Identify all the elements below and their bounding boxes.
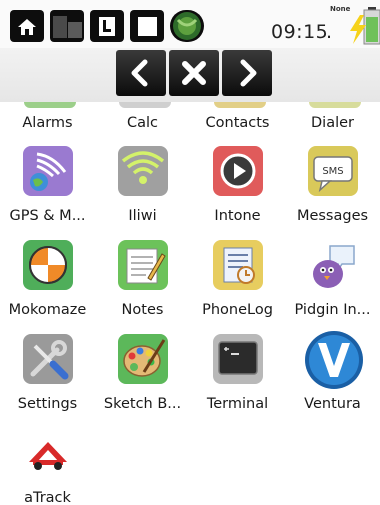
phone-log-icon	[213, 240, 263, 290]
close-icon	[182, 61, 206, 85]
screen-icon[interactable]	[130, 10, 164, 42]
app-terminal[interactable]: Terminal	[190, 334, 285, 426]
status-bar: 09:15 . None	[0, 0, 380, 48]
app-mokomaze[interactable]: Mokomaze	[0, 240, 95, 332]
palette-icon	[118, 334, 168, 384]
clock-indicator: .	[326, 21, 333, 43]
app-label: GPS & M...	[9, 208, 86, 224]
app-label: Mokomaze	[8, 302, 87, 318]
app-label: Calc	[126, 115, 158, 131]
tools-icon	[23, 334, 73, 384]
chevron-left-icon	[131, 59, 148, 87]
app-label: PhoneLog	[202, 302, 273, 318]
app-label: aTrack	[24, 490, 71, 505]
app-label: Dialer	[311, 115, 354, 131]
wifi-icon	[118, 146, 168, 196]
gps-status-icon[interactable]	[170, 10, 204, 42]
sms-icon: SMS	[308, 146, 358, 196]
play-icon	[213, 146, 263, 196]
app-label: Settings	[17, 396, 78, 412]
app-sketch[interactable]: Sketch B...	[95, 334, 190, 426]
app-gps[interactable]: GPS & M...	[0, 146, 95, 238]
battery-icon[interactable]	[346, 5, 380, 45]
app-label: Messages	[296, 208, 369, 224]
atrack-icon	[23, 432, 73, 482]
pidgin-icon	[308, 240, 358, 290]
close-button[interactable]	[169, 50, 219, 96]
lock-icon[interactable]	[90, 10, 124, 42]
app-settings[interactable]: Settings	[0, 334, 95, 426]
app-label: Sketch B...	[103, 396, 182, 412]
app-label: Pidgin In...	[294, 302, 371, 318]
sms-icon-text: SMS	[322, 166, 343, 177]
terminal-icon	[213, 334, 263, 384]
app-label: Ventura	[304, 396, 361, 412]
ventura-icon	[304, 330, 364, 390]
app-label: Terminal	[206, 396, 269, 412]
app-label: Notes	[121, 302, 164, 318]
app-phonelog[interactable]: PhoneLog	[190, 240, 285, 332]
window-list-icon[interactable]	[50, 10, 84, 42]
app-label: Alarms	[22, 115, 73, 131]
app-notes[interactable]: Notes	[95, 240, 190, 332]
chevron-right-icon	[240, 59, 257, 87]
forward-button[interactable]	[222, 50, 272, 96]
app-intone[interactable]: Intone	[190, 146, 285, 238]
app-grid: Alarms Calc Contacts Dialer GPS & M... I…	[0, 102, 380, 505]
gps-icon	[23, 146, 73, 196]
app-ventura[interactable]: Ventura	[285, 331, 380, 426]
maze-ball-icon	[23, 240, 73, 290]
app-label: Intone	[214, 208, 261, 224]
app-atrack[interactable]: aTrack	[0, 432, 95, 505]
clock[interactable]: 09:15	[271, 21, 328, 43]
app-label: Iliwi	[128, 208, 157, 224]
home-icon[interactable]	[10, 10, 44, 42]
app-label: Contacts	[205, 115, 270, 131]
app-messages[interactable]: SMS Messages	[285, 146, 380, 238]
navigation-toolbar	[0, 48, 380, 102]
notepad-icon	[118, 240, 168, 290]
back-button[interactable]	[116, 50, 166, 96]
app-iliwi[interactable]: Iliwi	[95, 146, 190, 238]
app-pidgin[interactable]: Pidgin In...	[285, 240, 380, 332]
